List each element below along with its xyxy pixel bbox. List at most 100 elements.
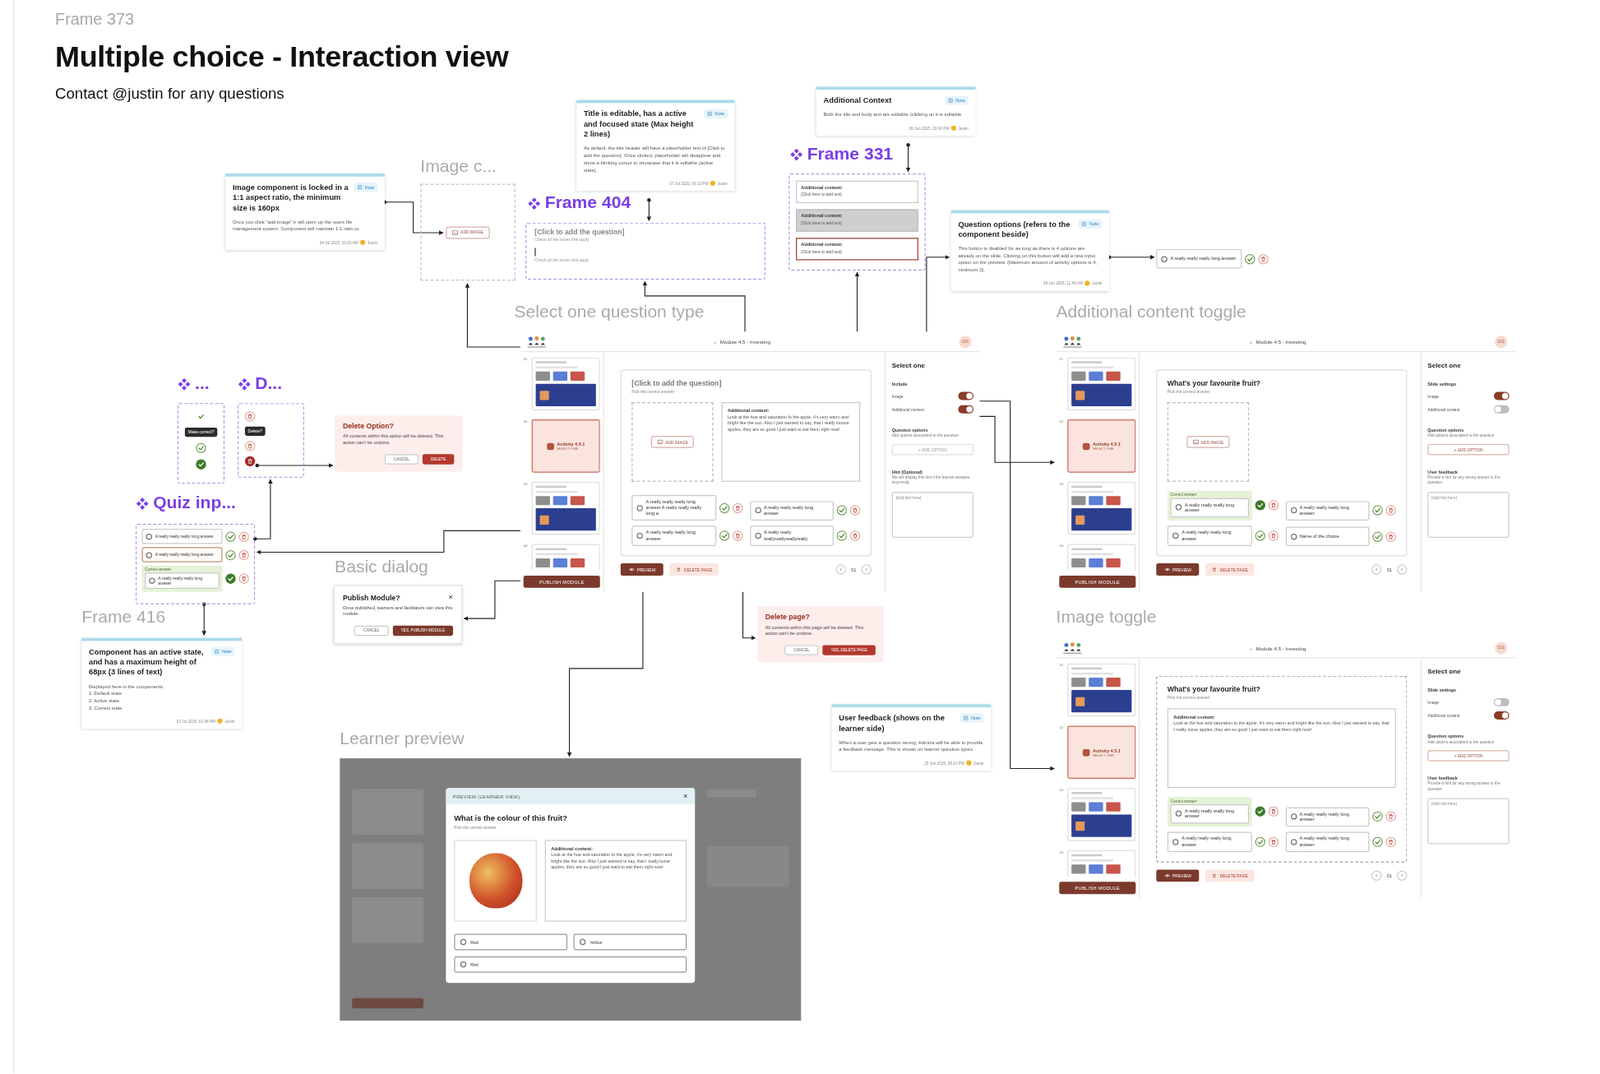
additional-context[interactable]: Additional context: Look at the hue and … — [721, 402, 861, 482]
add-option-button[interactable]: + ADD OPTION — [1427, 749, 1509, 762]
slide-item[interactable]: 01 — [1058, 356, 1136, 411]
user-avatar[interactable]: GS — [1494, 335, 1508, 348]
make-correct-button[interactable] — [1254, 531, 1265, 542]
delete-option-button[interactable] — [731, 531, 742, 542]
slide-thumbnail[interactable] — [1067, 663, 1136, 717]
user-avatar[interactable]: GS — [959, 335, 972, 348]
make-correct-button[interactable] — [1254, 836, 1265, 847]
slide-item[interactable]: 02 Activity 4.5.1 SELECT ONE — [1058, 419, 1136, 473]
make-correct-button[interactable] — [225, 549, 236, 560]
make-correct-button[interactable] — [1372, 811, 1383, 822]
delete-option-button[interactable] — [1267, 500, 1278, 511]
delete-option-button[interactable] — [238, 549, 249, 560]
delete-option-button[interactable] — [1267, 806, 1278, 817]
add-image-button[interactable]: ADD IMAGE — [651, 435, 695, 449]
make-correct-button[interactable] — [225, 531, 236, 542]
confirm-button[interactable]: YES, DELETE PAGE — [823, 644, 876, 655]
delete-option-button[interactable] — [1385, 531, 1396, 542]
option-input[interactable]: A really really really long answer — [1167, 832, 1252, 852]
option-input[interactable]: A really really really long answer — [1285, 832, 1369, 852]
make-correct-button[interactable] — [1244, 253, 1255, 264]
slide-item[interactable]: 03 — [1058, 481, 1136, 536]
add-image-button[interactable]: ADD IMAGE — [1186, 435, 1231, 449]
option-input[interactable]: A really really really long answer — [1170, 804, 1249, 824]
toggle-switch[interactable] — [1493, 711, 1510, 720]
toggle-switch[interactable] — [957, 392, 974, 401]
option-input[interactable]: A really really really long answer A rea… — [631, 494, 716, 522]
slide-thumbnail[interactable] — [1067, 544, 1136, 571]
option-input[interactable]: A really really really long answer — [1285, 500, 1369, 521]
breadcrumb[interactable]: ‹Module 4.5 - Investing — [1249, 337, 1306, 344]
close-button[interactable]: × — [448, 592, 454, 602]
answer-option[interactable]: Red — [453, 934, 568, 951]
toggle-switch[interactable] — [1493, 392, 1510, 401]
option-input[interactable]: A really really really long answer — [144, 572, 220, 589]
frame-label[interactable]: Learner preview — [339, 728, 464, 750]
make-correct-button[interactable] — [1372, 505, 1383, 516]
option-input[interactable]: A really really really long answer — [1170, 497, 1249, 518]
feedback-textarea[interactable]: [Add hint here] — [1427, 798, 1509, 845]
publish-button[interactable]: PUBLISH MODULE — [1058, 881, 1136, 894]
frame-label[interactable]: Frame 404 — [527, 193, 632, 214]
title-field[interactable]: Check all the boxes that apply — [534, 248, 756, 263]
additional-context[interactable]: Additional context: Look at the hue and … — [1167, 707, 1397, 788]
slide-item[interactable]: 02 Activity 4.5.1 SELECT ONE — [523, 419, 601, 473]
add-option-button[interactable]: + ADD OPTION — [1427, 443, 1509, 456]
back-icon[interactable]: ‹ — [1249, 644, 1252, 651]
delete-page-button[interactable]: DELETE PAGE — [1205, 869, 1254, 882]
slide-item[interactable]: 01 — [1058, 663, 1136, 717]
frame-label[interactable]: Image toggle — [1056, 606, 1157, 628]
option-input[interactable]: A really really really long answer — [142, 528, 223, 545]
add-option-button[interactable]: + ADD OPTION — [892, 443, 974, 456]
make-correct-button[interactable] — [836, 531, 847, 542]
slide-item[interactable]: 04 — [523, 544, 601, 571]
previous-page-button[interactable]: ‹ — [1371, 564, 1382, 574]
slide-item[interactable]: 03 — [523, 481, 601, 536]
slide-item[interactable]: 01 — [523, 356, 601, 411]
back-icon[interactable]: ‹ — [714, 337, 717, 344]
make-correct-button[interactable] — [225, 573, 236, 584]
slide-item[interactable]: 02 Activity 4.5.1 SELECT ONE — [1058, 725, 1136, 779]
breadcrumb[interactable]: ‹Module 4.5 - Investing — [1249, 644, 1306, 651]
delete-option-button[interactable] — [238, 573, 249, 584]
next-page-button[interactable]: › — [1396, 870, 1407, 881]
slide-thumbnail[interactable] — [1067, 787, 1136, 842]
delete-option-button[interactable] — [238, 531, 249, 542]
make-correct-button[interactable] — [195, 443, 206, 454]
cancel-button[interactable]: CANCEL — [354, 624, 389, 635]
answer-option[interactable]: Red — [453, 956, 687, 973]
delete-option-button[interactable] — [1257, 253, 1268, 264]
frame-label[interactable]: Frame 416 — [81, 606, 166, 628]
option-input[interactable]: A really really really long answer — [749, 500, 834, 521]
option-input[interactable]: A really really really long answer — [1285, 806, 1369, 827]
make-correct-button[interactable] — [195, 411, 206, 421]
frame-label[interactable]: Additional content toggle — [1056, 301, 1247, 323]
slide-thumbnail[interactable] — [1067, 481, 1136, 536]
frame-label[interactable]: Select one question type — [514, 301, 705, 323]
publish-button[interactable]: PUBLISH MODULE — [1058, 575, 1136, 588]
make-correct-button[interactable] — [1372, 836, 1383, 847]
delete-option-button[interactable] — [1267, 531, 1278, 542]
question-title[interactable]: What's your favourite fruit? — [1167, 379, 1397, 388]
slide-item[interactable]: 04 — [1058, 850, 1136, 877]
make-correct-button[interactable] — [718, 502, 729, 513]
preview-button[interactable]: PREVIEW — [620, 563, 665, 576]
next-page-button[interactable]: › — [1396, 564, 1407, 574]
close-button[interactable]: × — [683, 791, 689, 800]
slide-thumbnail[interactable] — [1067, 356, 1136, 411]
slide-thumbnail[interactable]: Activity 4.5.1 SELECT ONE — [531, 419, 601, 473]
toggle-switch[interactable] — [1493, 405, 1510, 414]
slide-thumbnail[interactable]: Activity 4.5.1 SELECT ONE — [1067, 419, 1136, 473]
confirm-button[interactable]: DELETE — [422, 453, 454, 464]
feedback-textarea[interactable]: [Add hint here] — [892, 492, 974, 539]
slide-thumbnail[interactable] — [531, 481, 601, 536]
user-avatar[interactable]: GS — [1494, 641, 1508, 654]
delete-page-button[interactable]: DELETE PAGE — [1205, 563, 1254, 576]
delete-option-button[interactable] — [1267, 836, 1278, 847]
make-correct-button[interactable] — [718, 531, 729, 542]
delete-option-button[interactable] — [1385, 505, 1396, 516]
frame-label[interactable]: ... — [177, 373, 210, 394]
slide-thumbnail[interactable] — [1067, 850, 1136, 877]
delete-option-button[interactable] — [850, 505, 861, 516]
delete-page-button[interactable]: DELETE PAGE — [670, 563, 719, 576]
